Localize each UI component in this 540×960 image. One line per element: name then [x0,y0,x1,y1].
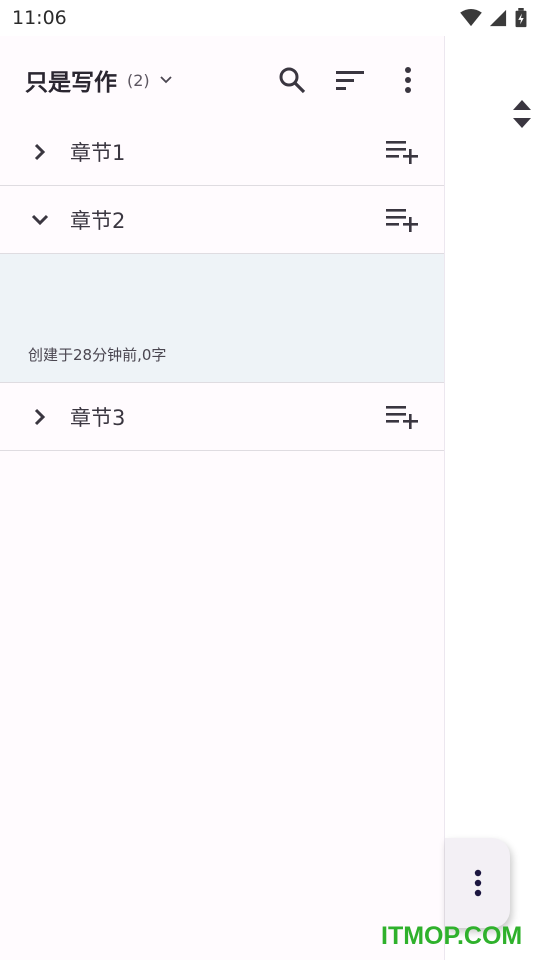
add-document-button[interactable] [386,403,418,431]
chapter-row[interactable]: 章节3 [0,383,444,451]
expand-collapse-icon[interactable] [510,98,534,130]
chevron-down-icon [160,73,174,87]
playlist-add-icon [386,208,418,232]
chevron-down-icon[interactable] [26,206,54,234]
search-icon [279,67,306,94]
sort-icon [336,71,364,90]
project-count: (2) [127,70,150,90]
project-title-selector[interactable]: 只是写作 (2) [0,63,174,97]
chapter-label: 章节2 [70,208,126,233]
playlist-add-icon [386,140,418,164]
chapter-label: 章节3 [70,405,126,430]
signal-icon [489,9,507,27]
chapter-list: 章节1 章节2 创建于28分钟前,0字 章节3 [0,118,444,451]
search-button[interactable] [270,58,314,102]
add-document-button[interactable] [386,206,418,234]
playlist-add-icon [386,405,418,429]
more-vert-icon [474,869,481,897]
chapter-label: 章节1 [70,140,126,165]
add-document-button[interactable] [386,138,418,166]
battery-icon [515,8,527,28]
document-item[interactable]: 创建于28分钟前,0字 [0,254,444,383]
sort-button[interactable] [328,58,372,102]
watermark: ITMOP.COM [381,922,523,950]
status-time: 11:06 [12,7,67,29]
chapter-row[interactable]: 章节2 [0,186,444,254]
top-app-bar: 只是写作 (2) [0,48,444,112]
side-menu-button[interactable] [445,838,510,928]
status-icons [460,8,528,28]
document-panel: 只是写作 (2) 章节1 章节2 创建于28分钟前,0字 章节3 [0,36,445,960]
wifi-icon [460,9,482,27]
more-options-button[interactable] [386,58,430,102]
status-bar: 11:06 [0,0,540,36]
more-vert-icon [405,67,411,93]
chevron-right-icon[interactable] [26,403,54,431]
chapter-row[interactable]: 章节1 [0,118,444,186]
chevron-right-icon[interactable] [26,138,54,166]
document-meta: 创建于28分钟前,0字 [28,346,167,364]
project-title: 只是写作 [25,70,117,96]
